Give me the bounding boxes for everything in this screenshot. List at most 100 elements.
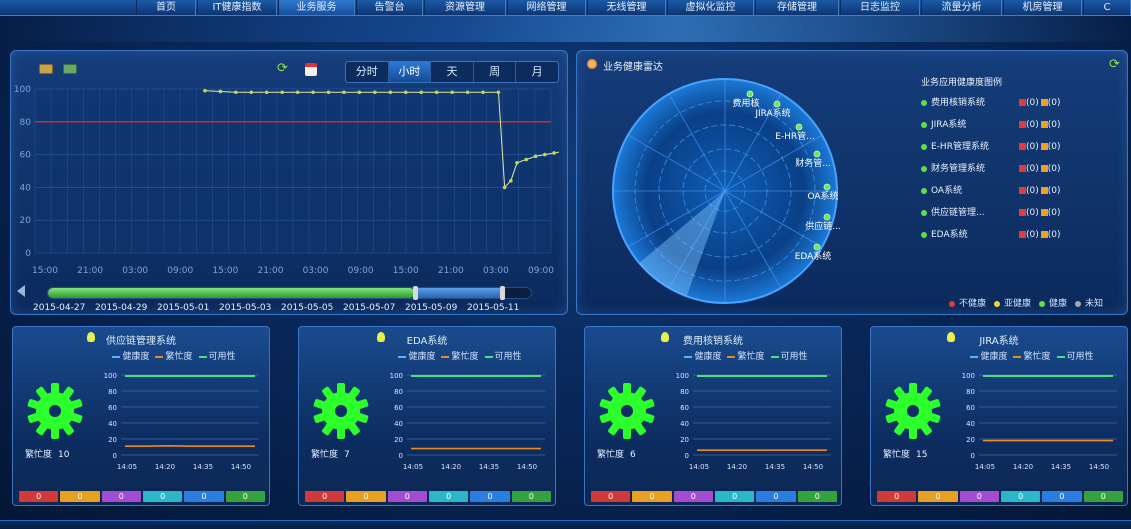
status-count-cell[interactable]: 0 (101, 491, 141, 502)
nav-item-9[interactable]: 日志监控 (840, 0, 920, 15)
nav-item-6[interactable]: 无线管理 (587, 0, 666, 15)
status-count-cell[interactable]: 0 (714, 491, 755, 502)
status-count-cell[interactable]: 0 (184, 491, 224, 502)
calendar-icon[interactable] (305, 63, 317, 76)
radar-legend-row[interactable]: 供应链管理... (0) (0) (921, 205, 1061, 219)
nav-item-0[interactable]: 首页 (136, 0, 196, 15)
data-point[interactable] (249, 90, 254, 95)
slider-handle-left[interactable] (413, 286, 419, 300)
status-count-cell[interactable]: 0 (797, 491, 837, 502)
data-point[interactable] (481, 90, 485, 95)
legend-swatch-icon (198, 355, 207, 358)
radar-legend-row[interactable]: 财务管理系统 (0) (0) (921, 161, 1061, 175)
radar-point[interactable] (773, 100, 781, 108)
status-count-cell[interactable]: 0 (1000, 491, 1041, 502)
radar-legend-row[interactable]: E-HR管理系统 (0) (0) (921, 139, 1061, 153)
x-tick-label: 15:00 (212, 266, 238, 276)
data-point[interactable] (203, 88, 207, 93)
nav-item-4[interactable]: 资源管理 (424, 0, 506, 15)
busy-gear-icon (27, 383, 83, 439)
status-count-cell[interactable]: 0 (918, 491, 958, 502)
nav-item-11[interactable]: 机房管理 (1003, 0, 1082, 15)
data-point[interactable] (264, 90, 269, 95)
slider-date-label: 2015-05-01 (157, 303, 210, 313)
chart-icon[interactable] (63, 64, 77, 74)
data-point[interactable] (326, 90, 331, 95)
data-point[interactable] (552, 151, 556, 155)
radar-point[interactable] (823, 183, 831, 191)
data-point[interactable] (342, 90, 346, 95)
data-point[interactable] (419, 90, 424, 95)
status-count-cell[interactable]: 0 (1042, 491, 1082, 502)
status-count-cell[interactable]: 0 (19, 491, 59, 502)
status-count-cell[interactable]: 0 (142, 491, 183, 502)
card-x-tick: 14:35 (765, 463, 785, 471)
data-point[interactable] (403, 90, 408, 95)
radar-point[interactable] (795, 123, 803, 131)
radar-legend-row[interactable]: OA系统 (0) (0) (921, 183, 1061, 197)
data-point[interactable] (434, 90, 439, 95)
table-icon[interactable] (39, 64, 53, 74)
radar-point[interactable] (813, 243, 821, 251)
radar-point-label: E-HR管... (775, 130, 815, 142)
data-point[interactable] (218, 89, 223, 94)
data-point[interactable] (533, 154, 538, 159)
status-legend-item: 亚健康 (994, 299, 1031, 309)
status-count-cell[interactable]: 0 (470, 491, 510, 502)
slider-fill (48, 288, 416, 298)
status-dot-icon (994, 300, 1001, 307)
status-count-cell[interactable]: 0 (959, 491, 999, 502)
card-y-tick: 60 (394, 404, 403, 412)
data-point[interactable] (515, 161, 519, 165)
radar-point[interactable] (823, 213, 831, 221)
status-count-cell[interactable]: 0 (60, 491, 100, 502)
data-point[interactable] (373, 90, 377, 95)
radar-legend-row[interactable]: JIRA系统 (0) (0) (921, 117, 1061, 131)
data-point[interactable] (295, 90, 300, 95)
radar-point[interactable] (746, 90, 754, 98)
data-point[interactable] (465, 90, 470, 95)
data-point[interactable] (543, 152, 547, 157)
radar-point[interactable] (813, 150, 821, 158)
health-dot-icon (921, 187, 927, 194)
data-point[interactable] (509, 179, 513, 183)
nav-item-7[interactable]: 虚拟化监控 (667, 0, 754, 15)
refresh-icon[interactable]: ⟳ (277, 61, 288, 76)
status-count-cell[interactable]: 0 (428, 491, 469, 502)
status-count-cell[interactable]: 0 (673, 491, 713, 502)
status-count-cell[interactable]: 0 (387, 491, 427, 502)
data-point[interactable] (280, 90, 284, 95)
status-count-cell[interactable]: 0 (305, 491, 345, 502)
data-point[interactable] (234, 90, 238, 95)
nav-item-8[interactable]: 存储管理 (755, 0, 839, 15)
data-point[interactable] (496, 90, 501, 95)
status-count-cell[interactable]: 0 (632, 491, 672, 502)
status-count-cell[interactable]: 0 (591, 491, 631, 502)
nav-item-5[interactable]: 网络管理 (507, 0, 586, 15)
status-count-cell[interactable]: 0 (756, 491, 796, 502)
nav-item-12[interactable]: C (1083, 0, 1131, 15)
slider-handle-right[interactable] (500, 286, 506, 300)
status-count-cell[interactable]: 0 (511, 491, 551, 502)
data-point[interactable] (388, 90, 393, 95)
status-count-cell[interactable]: 0 (225, 491, 265, 502)
status-count-cell[interactable]: 0 (346, 491, 386, 502)
data-point[interactable] (450, 90, 454, 95)
nav-item-10[interactable]: 流量分析 (921, 0, 1002, 15)
radar-legend-row[interactable]: EDA系统 (0) (0) (921, 227, 1061, 241)
data-point[interactable] (524, 157, 529, 162)
radar-refresh-icon[interactable]: ⟳ (1109, 57, 1120, 72)
data-point[interactable] (502, 185, 507, 190)
status-count-cell[interactable]: 0 (1083, 491, 1123, 502)
nav-item-3[interactable]: 告警台 (356, 0, 423, 15)
data-point[interactable] (357, 90, 362, 95)
slider-date-label: 2015-05-05 (281, 303, 334, 313)
radar-legend-row[interactable]: 费用核销系统 (0) (0) (921, 95, 1061, 109)
health-dot-icon (921, 143, 927, 150)
time-range-slider[interactable] (47, 286, 532, 300)
nav-item-1[interactable]: IT健康指数 (197, 0, 277, 15)
status-count-cell[interactable]: 0 (877, 491, 917, 502)
nav-item-2[interactable]: 业务服务 (278, 0, 355, 15)
slider-left-arrow-icon[interactable] (17, 285, 25, 297)
data-point[interactable] (311, 90, 315, 95)
